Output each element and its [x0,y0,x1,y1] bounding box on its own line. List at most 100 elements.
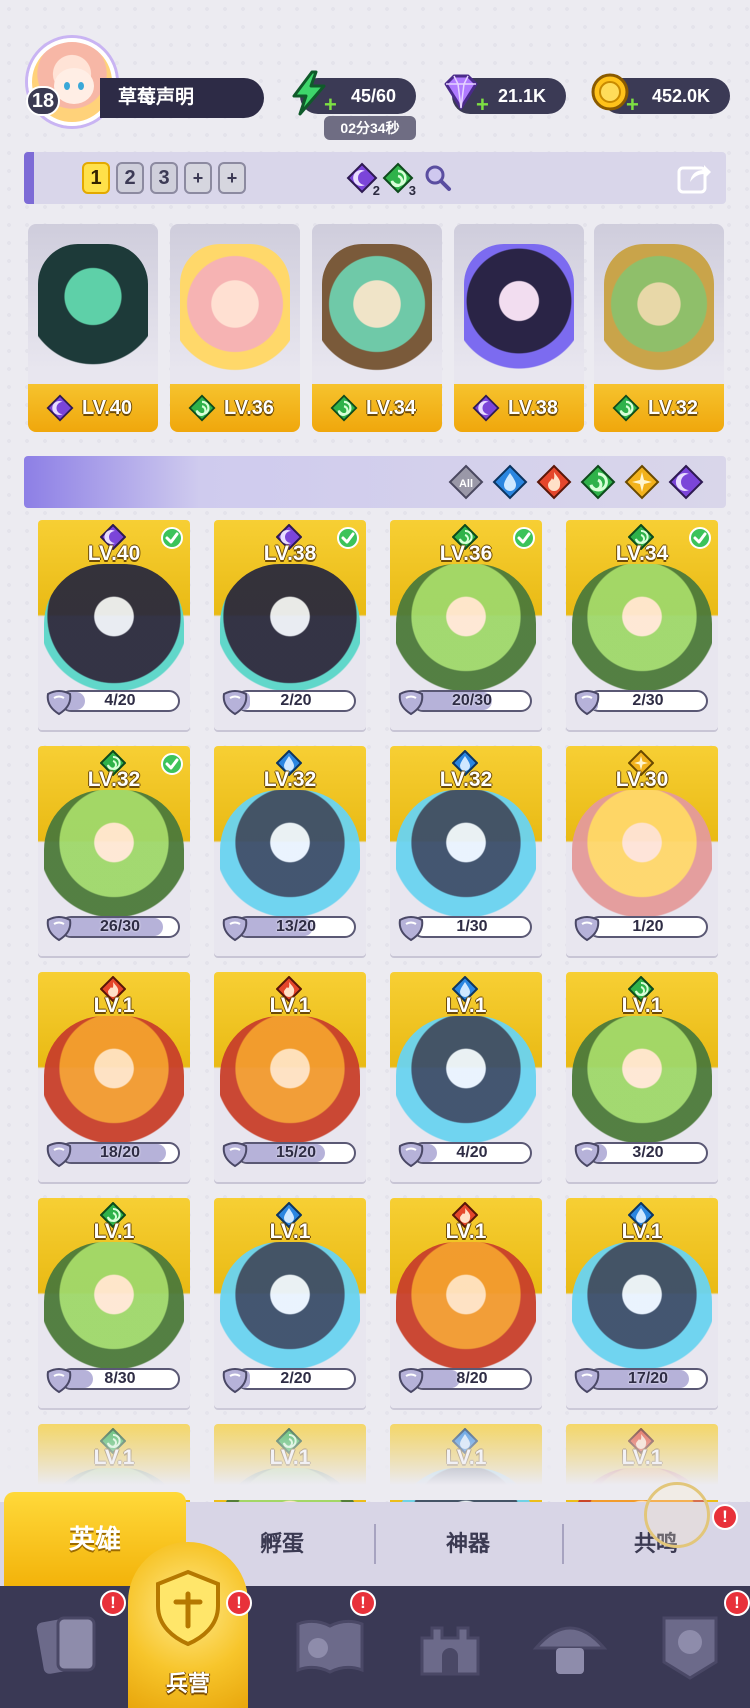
filter-fire-icon[interactable] [536,464,572,500]
shard-progress-text: 2/20 [280,692,312,709]
hero-shard-icon [574,1142,600,1168]
lineup-slot-1[interactable]: LV.40 [28,224,158,432]
hero-card[interactable]: LV.38 2/20 [214,520,366,730]
shard-progress-bar: 13/20 [236,916,356,938]
hero-card[interactable]: LV.40 4/20 [38,520,190,730]
nav-mushroom[interactable] [510,1586,630,1708]
filter-all-button[interactable]: All [448,464,484,500]
lineup-level: LV.40 [81,397,133,419]
hero-card[interactable]: LV.1 2/20 [214,1198,366,1408]
team-tab-1[interactable]: 1 [82,162,110,194]
tab-artifact[interactable]: 神器 [376,1502,560,1586]
hero-shard-icon [574,916,600,942]
hero-shard-icon [574,1368,600,1394]
shard-progress-text: 15/20 [275,1144,317,1161]
shard-progress-bar: 1/20 [588,916,708,938]
cards-alert-badge: ! [100,1590,126,1616]
hero-shard-icon [46,690,72,716]
hero-card[interactable]: LV.1 15/20 [214,972,366,1182]
team-tab-3[interactable]: 3 [150,162,178,194]
shard-progress-text: 4/20 [104,692,136,709]
hero-level: LV.1 [269,994,311,1017]
deployed-check-icon [337,527,359,549]
shard-progress-text: 1/30 [456,918,488,935]
hero-shard-icon [398,690,424,716]
filter-light-icon[interactable] [624,464,660,500]
add-energy-icon[interactable]: + [324,94,337,116]
hero-card[interactable]: LV.34 2/30 [566,520,718,730]
book-icon [296,1619,364,1674]
hero-card[interactable]: LV.36 20/30 [390,520,542,730]
hero-card[interactable]: LV.32 1/30 [390,746,542,956]
hero-card[interactable]: LV.32 13/20 [214,746,366,956]
shard-progress-bar: 2/30 [588,690,708,712]
nature-element-icon [330,394,358,422]
hero-shard-icon [46,1368,72,1394]
hero-card[interactable]: LV.1 17/20 [566,1198,718,1408]
shard-progress-bar: 15/20 [236,1142,356,1164]
shard-progress-bar: 4/20 [412,1142,532,1164]
svg-text:All: All [459,478,473,490]
hero-card[interactable]: LV.1 4/20 [390,972,542,1182]
player-name[interactable]: 草莓声明 [100,78,264,118]
add-team-button[interactable]: + [184,162,212,194]
lineup-slot-5[interactable]: LV.32 [594,224,724,432]
filter-dark-icon[interactable] [668,464,704,500]
lineup-level: LV.32 [647,397,699,419]
energy-counter[interactable]: + 45/60 [292,70,416,116]
scroll-fade [0,1400,750,1500]
shard-progress-text: 20/30 [451,692,493,709]
team-tab-2[interactable]: 2 [116,162,144,194]
dark-element-icon [46,394,74,422]
lineup-slot-4[interactable]: LV.38 [454,224,584,432]
guild-alert-badge: ! [724,1590,750,1616]
shard-progress-bar: 1/30 [412,916,532,938]
hero-card[interactable]: LV.1 3/20 [566,972,718,1182]
guild-banner-icon [662,1616,718,1680]
lineup-slot-3[interactable]: LV.34 [312,224,442,432]
hero-portrait [180,244,290,394]
nature-element-icon [612,394,640,422]
dark-element-count: 2 [346,162,380,198]
filter-water-icon[interactable] [492,464,528,500]
hero-shard-icon [222,690,248,716]
lineup-slot-2[interactable]: LV.36 [170,224,300,432]
nature-element-count: 3 [382,162,416,198]
shard-progress-text: 2/30 [632,692,664,709]
gold-counter[interactable]: + 452.0K [591,73,730,116]
hero-shard-icon [222,916,248,942]
lineup-level: LV.38 [507,397,559,419]
hero-shard-icon [398,1368,424,1394]
deployed-check-icon [161,527,183,549]
filter-nature-icon[interactable] [580,464,616,500]
hero-level: LV.1 [445,1220,487,1243]
add-gold-icon[interactable]: + [626,94,639,116]
shard-progress-bar: 17/20 [588,1368,708,1390]
deployed-check-icon [689,527,711,549]
shard-progress-text: 1/20 [632,918,664,935]
add-gems-icon[interactable]: + [476,94,489,116]
hero-card[interactable]: LV.30 1/20 [566,746,718,956]
gem-counter[interactable]: + 21.1K [444,74,566,116]
shard-progress-bar: 18/20 [60,1142,180,1164]
hero-level: LV.1 [269,1220,311,1243]
barracks-alert-badge: ! [226,1590,252,1616]
nav-barracks[interactable]: 兵营 [128,1542,248,1708]
shard-progress-bar: 8/30 [60,1368,180,1390]
hero-card[interactable]: LV.32 26/30 [38,746,190,956]
nav-castle[interactable] [390,1586,510,1708]
hero-level: LV.1 [93,994,135,1017]
add-team-button-2[interactable]: + [218,162,246,194]
shard-progress-bar: 3/20 [588,1142,708,1164]
search-icon[interactable] [422,162,454,194]
floating-swirl-button[interactable] [644,1482,710,1548]
player-level-badge: 18 [26,86,60,116]
nature-element-icon [188,394,216,422]
top-header: 草莓声明 18 + 45/60 02分34秒 + 21.1K + 452.0K [0,0,750,140]
deployed-check-icon [161,753,183,775]
hero-card[interactable]: LV.1 18/20 [38,972,190,1182]
hero-shard-icon [46,1142,72,1168]
hero-card[interactable]: LV.1 8/20 [390,1198,542,1408]
hero-card[interactable]: LV.1 8/30 [38,1198,190,1408]
share-icon[interactable] [676,160,712,196]
